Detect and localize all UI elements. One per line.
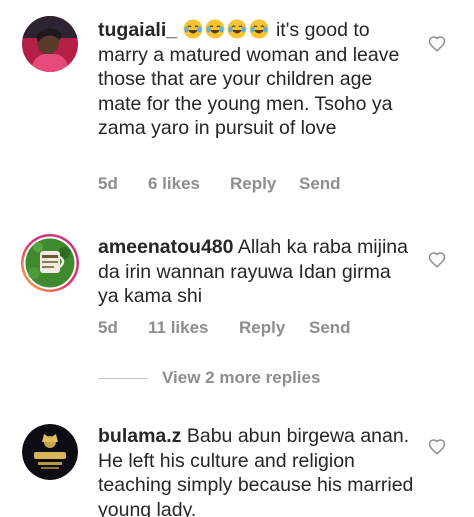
laughing-emoji-icon [183,19,203,39]
comment-username[interactable]: bulama.z [98,425,181,447]
avatar[interactable] [22,16,78,72]
comment-body: tugaiali_ it's good to marry a matured w… [98,18,416,141]
emoji-group [183,19,276,41]
view-more-replies[interactable]: View 2 more replies [98,368,358,390]
likes-count[interactable]: 11 likes [148,318,209,338]
send-button[interactable]: Send [299,174,341,194]
heart-icon[interactable] [428,35,446,53]
comments-thread: tugaiali_ it's good to marry a matured w… [0,0,474,517]
view-replies-label[interactable]: View 2 more replies [162,368,320,388]
avatar[interactable] [22,424,78,480]
comment-body: bulama.z Babu abun birgewa anan. He left… [98,424,416,517]
comment-timestamp: 5d [98,318,118,337]
heart-icon[interactable] [428,438,446,456]
reply-button[interactable]: Reply [239,318,285,338]
laughing-emoji-icon [205,19,225,39]
laughing-emoji-icon [227,19,247,39]
comment-username[interactable]: tugaiali_ [98,19,177,41]
send-button[interactable]: Send [309,318,351,338]
heart-icon[interactable] [428,251,446,269]
reply-button[interactable]: Reply [230,174,276,194]
laughing-emoji-icon [249,19,269,39]
comment-username[interactable]: ameenatou480 [98,236,233,258]
comment-body: ameenatou480 Allah ka raba mijina da iri… [98,235,416,309]
comment-timestamp: 5d [98,174,118,193]
divider [98,378,148,379]
likes-count[interactable]: 6 likes [148,174,200,194]
avatar[interactable] [20,233,80,293]
